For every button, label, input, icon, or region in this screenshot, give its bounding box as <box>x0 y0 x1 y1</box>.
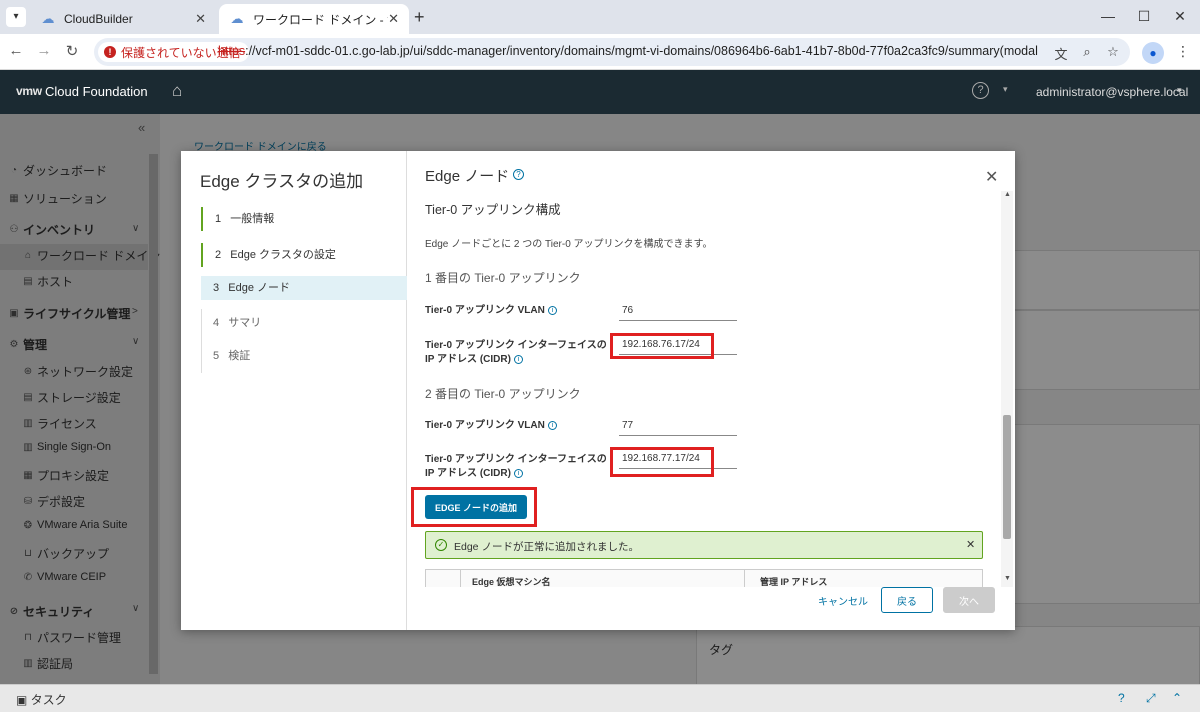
profile-avatar-icon[interactable]: ● <box>1142 42 1164 64</box>
browser-tab-bar: ▾ ☁ CloudBuilder ✕ ☁ ワークロード ドメイン - サマリ ✕… <box>0 0 1200 34</box>
help-icon[interactable]: ? <box>1118 691 1125 705</box>
maximize-icon[interactable]: ☐ <box>1134 8 1154 25</box>
wizard-steps-panel: Edge クラスタの追加 1 一般情報 2 Edge クラスタの設定 3 Edg… <box>181 151 407 630</box>
address-bar: ← → ↻ ! 保護されていない通信 https://vcf-m01-sddc-… <box>0 34 1200 70</box>
add-edge-cluster-modal: Edge クラスタの追加 1 一般情報 2 Edge クラスタの設定 3 Edg… <box>181 151 1015 630</box>
tab-search-icon[interactable]: ▾ <box>6 7 26 27</box>
back-arrow-icon[interactable]: ← <box>6 42 26 59</box>
close-tab-icon[interactable]: ✕ <box>195 11 206 27</box>
new-tab-icon[interactable]: + <box>414 8 425 26</box>
wizard-step-cluster-settings[interactable]: 2 Edge クラスタの設定 <box>201 243 407 267</box>
window-close-icon[interactable]: ✕ <box>1170 8 1190 25</box>
uplink2-vlan-input[interactable] <box>619 416 737 436</box>
minimize-icon[interactable]: — <box>1098 8 1118 24</box>
task-label[interactable]: ▣ タスク <box>16 691 67 708</box>
help-icon[interactable]: ? <box>972 82 989 99</box>
wizard-content: Tier-0 アップリンク構成 Edge ノードごとに 2 つの Tier-0 … <box>407 191 999 587</box>
info-icon[interactable]: i <box>513 468 523 478</box>
cloud-favicon-icon: ☁ <box>41 11 55 26</box>
back-button[interactable]: 戻る <box>881 587 933 613</box>
bookmark-star-icon[interactable]: ☆ <box>1104 44 1122 60</box>
page-title: Edge ノード <box>425 168 510 185</box>
warning-icon: ! <box>104 46 116 58</box>
highlight-box <box>610 447 714 477</box>
uplink1-vlan-input[interactable] <box>619 301 737 321</box>
success-alert: ✓ Edge ノードが正常に追加されました。 ✕ <box>425 531 983 559</box>
scroll-thumb[interactable] <box>1003 415 1011 539</box>
close-icon[interactable]: ✕ <box>985 167 998 187</box>
uplink2-ip-label: Tier-0 アップリンク インターフェイスの IP アドレス (CIDR) i <box>425 454 607 479</box>
highlight-box <box>411 487 537 527</box>
scroll-up-icon[interactable]: ▲ <box>1004 191 1011 198</box>
wizard-step-summary[interactable]: 4 サマリ <box>201 311 407 335</box>
tab-title: CloudBuilder <box>64 12 133 26</box>
close-tab-icon[interactable]: ✕ <box>388 11 399 27</box>
edge-node-grid: Edge 仮想マシン名 管理 IP アドレス <box>425 569 983 587</box>
info-icon[interactable]: i <box>513 354 523 364</box>
grid-header-vm-name[interactable]: Edge 仮想マシン名 <box>472 575 551 587</box>
vmw-logo: vmw <box>16 84 42 98</box>
wizard-step-general[interactable]: 1 一般情報 <box>201 207 407 231</box>
task-bar: ▣ タスク ? ⤢ ⌃ <box>0 684 1200 712</box>
user-menu[interactable]: administrator@vsphere.local <box>1036 85 1188 99</box>
home-icon[interactable]: ⌂ <box>172 81 182 101</box>
wizard-step-edge-nodes[interactable]: 3 Edge ノード <box>201 276 407 300</box>
reload-icon[interactable]: ↻ <box>62 42 82 60</box>
chevron-down-icon[interactable]: ▾ <box>1177 85 1182 96</box>
chevron-up-icon[interactable]: ⌃ <box>1172 691 1182 705</box>
uplink1-vlan-label: Tier-0 アップリンク VLAN i <box>425 304 557 318</box>
next-button[interactable]: 次へ <box>943 587 995 613</box>
help-icon[interactable]: ? <box>513 169 524 180</box>
omnibox[interactable]: ! 保護されていない通信 https://vcf-m01-sddc-01.c.g… <box>94 38 1130 66</box>
close-icon[interactable]: ✕ <box>966 538 975 551</box>
content-scrollbar[interactable]: ▲ ▼ <box>1001 191 1013 587</box>
grid-divider <box>744 570 745 587</box>
check-circle-icon: ✓ <box>435 539 447 551</box>
forward-arrow-icon[interactable]: → <box>34 42 54 59</box>
product-name: Cloud Foundation <box>45 84 148 99</box>
chevron-down-icon[interactable]: ▾ <box>1003 84 1008 95</box>
tab-title: ワークロード ドメイン - サマリ <box>253 12 388 27</box>
uplink2-vlan-label: Tier-0 アップリンク VLAN i <box>425 419 557 433</box>
tab-workload-domain[interactable]: ☁ ワークロード ドメイン - サマリ ✕ <box>219 4 409 34</box>
cancel-button[interactable]: キャンセル <box>807 587 879 613</box>
wizard-title: Edge クラスタの追加 <box>200 172 364 191</box>
scroll-down-icon[interactable]: ▼ <box>1004 575 1011 582</box>
wizard-page: Edge ノード ? ✕ Tier-0 アップリンク構成 Edge ノードごとに… <box>407 151 1015 630</box>
grid-header-mgmt-ip[interactable]: 管理 IP アドレス <box>760 575 827 587</box>
url-text[interactable]: https://vcf-m01-sddc-01.c.go-lab.jp/ui/s… <box>218 44 1038 58</box>
zoom-icon[interactable]: ⌕ <box>1078 44 1096 60</box>
section-description: Edge ノードごとに 2 つの Tier-0 アップリンクを構成できます。 <box>425 239 713 250</box>
info-icon[interactable]: i <box>547 420 557 430</box>
alert-text: Edge ノードが正常に追加されました。 <box>454 541 639 553</box>
grid-divider <box>460 570 461 587</box>
browser-menu-icon[interactable]: ⋮ <box>1176 43 1190 60</box>
translate-icon[interactable]: 文 <box>1052 44 1070 63</box>
info-icon[interactable]: i <box>547 305 557 315</box>
uplink1-heading: 1 番目の Tier-0 アップリンク <box>425 271 581 285</box>
cloud-favicon-icon: ☁ <box>230 11 244 26</box>
app-header: vmw Cloud Foundation ⌂ ? ▾ administrator… <box>0 70 1200 114</box>
highlight-box <box>610 333 714 359</box>
wizard-step-validation[interactable]: 5 検証 <box>201 344 407 368</box>
section-title: Tier-0 アップリンク構成 <box>425 203 561 217</box>
tab-cloudbuilder[interactable]: ☁ CloudBuilder ✕ <box>30 4 216 34</box>
expand-icon[interactable]: ⤢ <box>1146 691 1156 706</box>
uplink2-heading: 2 番目の Tier-0 アップリンク <box>425 387 581 401</box>
uplink1-ip-label: Tier-0 アップリンク インターフェイスの IP アドレス (CIDR) i <box>425 340 607 365</box>
